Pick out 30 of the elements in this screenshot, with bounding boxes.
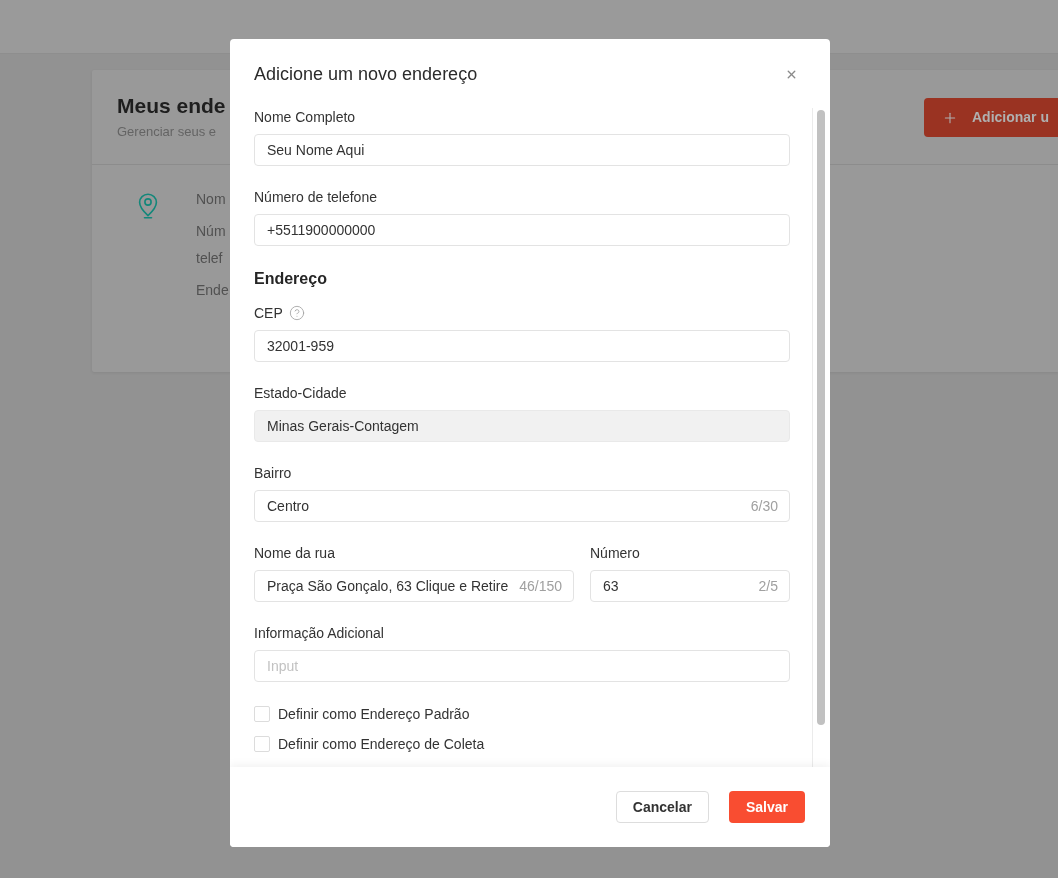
text-field[interactable]: Input (254, 650, 790, 682)
address-detail-text: Ende (196, 281, 229, 300)
text-field[interactable]: 32001-959 (254, 330, 790, 362)
checkbox-label[interactable]: Definir como Endereço de Coleta (278, 734, 485, 754)
text-field[interactable]: Seu Nome Aqui (254, 134, 790, 166)
dialog-title: Adicione um novo endereço (254, 63, 478, 86)
field-label: Nome Completo (254, 108, 356, 127)
text-field[interactable]: +5511900000000 (254, 214, 790, 246)
checkbox[interactable] (254, 706, 270, 722)
field-label: Número (590, 544, 640, 563)
address-detail-text: telef (196, 249, 224, 268)
checkbox-label[interactable]: Definir como Endereço Padrão (278, 704, 470, 724)
address-detail-text: Nom (196, 190, 227, 209)
field-label: CEP (254, 304, 283, 323)
checkbox[interactable] (254, 736, 270, 752)
field-label: Número de telefone (254, 188, 377, 207)
location-pin-icon (138, 193, 158, 219)
character-counter: 2/5 (758, 577, 778, 596)
field-label: Nome da rua (254, 544, 335, 563)
cancel-button[interactable]: Cancelar (615, 791, 709, 823)
character-counter: 6/30 (750, 497, 778, 516)
field-label: Estado-Cidade (254, 384, 347, 403)
character-counter: 46/150 (519, 577, 562, 596)
field-label: Informação Adicional (254, 624, 384, 643)
address-detail-text: Núm (196, 222, 227, 241)
scrollbar-thumb[interactable] (817, 110, 825, 725)
page-title: Meus ende (117, 93, 226, 119)
section-heading: Endereço (254, 269, 328, 289)
field-label: Bairro (254, 464, 292, 483)
help-icon[interactable] (288, 305, 305, 321)
